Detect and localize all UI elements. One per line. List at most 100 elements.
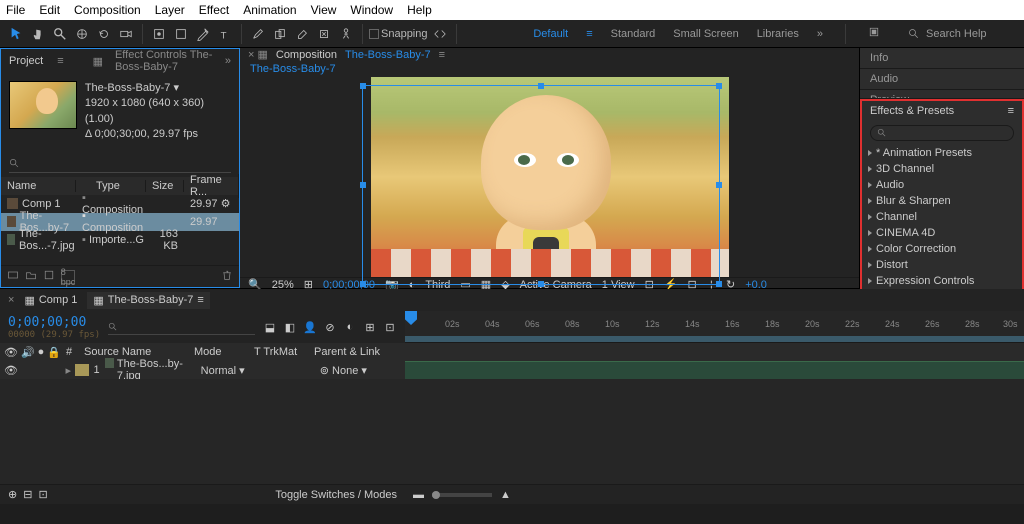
camera-tool[interactable] bbox=[116, 24, 136, 44]
effects-category[interactable]: Audio bbox=[862, 177, 1022, 193]
zoom-out-icon[interactable]: ▬ bbox=[413, 489, 424, 501]
video-switch-icon: 👁 bbox=[4, 346, 18, 359]
timeline-layer[interactable]: 👁 ▸ 1 The-Bos...by-7.jpg Normal ▾ ⊚ None… bbox=[0, 361, 1024, 379]
toggle-switches-button[interactable]: Toggle Switches / Modes bbox=[275, 489, 397, 501]
effect-controls-tab[interactable]: Effect Controls The-Boss-Baby-7 bbox=[115, 49, 213, 73]
panel-overflow[interactable]: » bbox=[225, 55, 231, 67]
zoom-in-icon[interactable]: ▲ bbox=[500, 489, 511, 501]
menu-view[interactable]: View bbox=[311, 3, 337, 17]
comp-mini-flowchart-icon[interactable]: ⬓ bbox=[263, 320, 277, 334]
brainstorm-footer-icon[interactable]: ⊡ bbox=[38, 488, 47, 501]
rotate-tool[interactable] bbox=[94, 24, 114, 44]
menu-file[interactable]: File bbox=[6, 3, 25, 17]
clone-tool[interactable] bbox=[270, 24, 290, 44]
workspace-overflow[interactable]: » bbox=[817, 28, 823, 40]
eraser-tool[interactable] bbox=[292, 24, 312, 44]
interpret-footage-icon[interactable] bbox=[7, 269, 19, 284]
menu-effect[interactable]: Effect bbox=[199, 3, 229, 17]
search-help[interactable]: Search Help bbox=[908, 28, 1018, 40]
delete-icon[interactable] bbox=[221, 269, 233, 284]
bpc-button[interactable]: 8 bpc bbox=[61, 270, 75, 284]
puppet-tool[interactable] bbox=[336, 24, 356, 44]
composition-name[interactable]: The-Boss-Baby-7 bbox=[345, 49, 431, 61]
composition-label: Composition bbox=[276, 49, 337, 61]
menu-window[interactable]: Window bbox=[350, 3, 393, 17]
menu-composition[interactable]: Composition bbox=[74, 3, 141, 17]
composition-icon bbox=[7, 216, 16, 227]
effects-category[interactable]: Color Correction bbox=[862, 241, 1022, 257]
type-tool[interactable]: T bbox=[215, 24, 235, 44]
motion-blur-icon[interactable]: ◐ bbox=[343, 320, 357, 334]
frame-blend-icon[interactable]: ⊘ bbox=[323, 320, 337, 334]
new-folder-icon[interactable] bbox=[25, 269, 37, 284]
draft-3d-icon[interactable]: ◧ bbox=[283, 320, 297, 334]
effects-panel-menu-icon[interactable]: ≡ bbox=[1008, 105, 1014, 117]
flowchart-path[interactable]: The-Boss-Baby-7 bbox=[240, 61, 859, 77]
time-ruler[interactable]: 02s 04s 06s 08s 10s 12s 14s 16s 18s 20s … bbox=[405, 311, 1024, 343]
playhead[interactable] bbox=[405, 311, 417, 325]
workspace-default[interactable]: Default bbox=[533, 28, 568, 40]
orbit-tool[interactable] bbox=[72, 24, 92, 44]
info-panel-tab[interactable]: Info bbox=[860, 48, 1024, 69]
timeline-empty-area[interactable] bbox=[0, 379, 1024, 484]
new-comp-icon[interactable] bbox=[43, 269, 55, 284]
shape-tool[interactable] bbox=[171, 24, 191, 44]
selection-tool[interactable] bbox=[6, 24, 26, 44]
project-panel-menu-icon[interactable]: ≡ bbox=[57, 55, 63, 67]
workspace-small-screen[interactable]: Small Screen bbox=[673, 28, 738, 40]
graph-editor-icon[interactable]: ⊞ bbox=[363, 320, 377, 334]
brainstorm-icon[interactable]: ⊡ bbox=[383, 320, 397, 334]
timeline-search[interactable] bbox=[108, 319, 255, 335]
workspace-standard[interactable]: Standard bbox=[611, 28, 656, 40]
current-timecode[interactable]: 0;00;00;00 bbox=[8, 315, 100, 330]
shy-icon[interactable]: 👤 bbox=[303, 320, 317, 334]
pen-tool[interactable] bbox=[193, 24, 213, 44]
timeline-tab-comp1[interactable]: ▦ Comp 1 bbox=[24, 294, 77, 307]
audio-panel-tab[interactable]: Audio bbox=[860, 69, 1024, 90]
project-search[interactable] bbox=[9, 155, 231, 173]
home-icon[interactable] bbox=[868, 26, 880, 41]
effects-category[interactable]: * Animation Presets bbox=[862, 145, 1022, 161]
preview-panel-tab[interactable]: Preview bbox=[860, 90, 1024, 99]
lock-switch-icon: 🔒 bbox=[47, 346, 61, 359]
zoom-tool[interactable] bbox=[50, 24, 70, 44]
search-help-placeholder: Search Help bbox=[926, 28, 987, 40]
snapping-checkbox[interactable] bbox=[369, 29, 379, 39]
snapping-options-icon[interactable] bbox=[430, 24, 450, 44]
menu-animation[interactable]: Animation bbox=[243, 3, 296, 17]
expand-icon bbox=[868, 182, 872, 188]
expand-icon bbox=[868, 150, 872, 156]
roto-tool[interactable] bbox=[314, 24, 334, 44]
menu-edit[interactable]: Edit bbox=[39, 3, 60, 17]
project-row[interactable]: The-Bos...-7.jpg ▪ Importe...G 163 KB bbox=[1, 231, 239, 249]
svg-text:T: T bbox=[221, 30, 227, 41]
effects-category[interactable]: Distort bbox=[862, 257, 1022, 273]
search-icon bbox=[908, 28, 920, 40]
expand-transform-icon[interactable]: ⊕ bbox=[8, 488, 17, 501]
project-tab[interactable]: Project bbox=[9, 55, 43, 67]
layer-color[interactable] bbox=[75, 364, 89, 376]
effects-category[interactable]: Expression Controls bbox=[862, 273, 1022, 289]
effects-category[interactable]: Channel bbox=[862, 209, 1022, 225]
composition-viewer[interactable] bbox=[240, 77, 859, 277]
brush-tool[interactable] bbox=[248, 24, 268, 44]
project-meta: The-Boss-Baby-7 ▾ 1920 x 1080 (640 x 360… bbox=[85, 81, 231, 143]
zoom-slider[interactable] bbox=[432, 493, 492, 497]
project-thumbnail bbox=[9, 81, 77, 129]
layer-duration-bar[interactable] bbox=[405, 361, 1024, 379]
timeline-tab-active[interactable]: ▦ The-Boss-Baby-7 ≡ bbox=[87, 292, 209, 309]
menu-layer[interactable]: Layer bbox=[155, 3, 185, 17]
expand-icon bbox=[868, 198, 872, 204]
effects-search[interactable] bbox=[870, 125, 1014, 141]
menu-help[interactable]: Help bbox=[407, 3, 432, 17]
workspace-libraries[interactable]: Libraries bbox=[757, 28, 799, 40]
effects-category[interactable]: Blur & Sharpen bbox=[862, 193, 1022, 209]
render-queue-icon[interactable]: ⊟ bbox=[23, 488, 32, 501]
effects-category[interactable]: CINEMA 4D bbox=[862, 225, 1022, 241]
pan-behind-tool[interactable] bbox=[149, 24, 169, 44]
workspace-menu-icon[interactable]: ≡ bbox=[586, 28, 592, 40]
video-on-icon[interactable]: 👁 bbox=[4, 364, 18, 377]
comp-panel-menu-icon[interactable]: ≡ bbox=[439, 49, 445, 61]
effects-category[interactable]: 3D Channel bbox=[862, 161, 1022, 177]
hand-tool[interactable] bbox=[28, 24, 48, 44]
